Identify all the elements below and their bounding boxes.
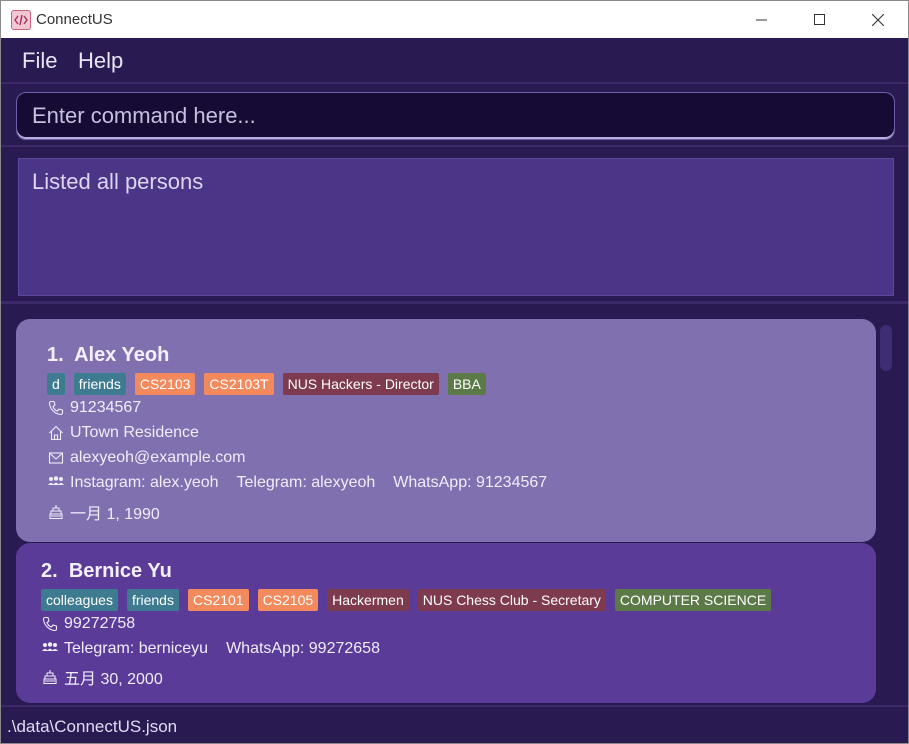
address-text: UTown Residence: [70, 424, 199, 441]
menu-bar: File Help: [1, 38, 908, 84]
people-icon: [41, 640, 59, 658]
whatsapp-text: WhatsApp: 91234567: [393, 474, 548, 491]
phone-icon: [47, 399, 65, 417]
phone-text: 91234567: [70, 399, 142, 416]
person-card[interactable]: 1. Alex Yeoh d friends CS2103 CS2103T NU…: [16, 319, 876, 542]
person-name: 1. Alex Yeoh: [47, 344, 169, 367]
tag: CS2101: [187, 589, 249, 611]
birthday-row: 一月 1, 1990: [47, 500, 160, 524]
tag: BBA: [447, 373, 486, 395]
person-name: 2. Bernice Yu: [41, 560, 172, 583]
tag: friends: [126, 589, 179, 611]
telegram-text: Telegram: berniceyu: [64, 640, 209, 657]
birthday-text: 一月 1, 1990: [70, 506, 160, 523]
save-location: .\data\ConnectUS.json: [7, 717, 178, 736]
title-bar: ConnectUS: [1, 1, 908, 38]
person-name-text: Bernice Yu: [68, 560, 172, 582]
socials-row: Instagram: alex.yeoh Telegram: alexyeoh …: [47, 474, 547, 492]
phone-row: 99272758: [41, 615, 135, 633]
tag: colleagues: [41, 589, 118, 611]
close-button[interactable]: [855, 1, 901, 38]
person-card[interactable]: 2. Bernice Yu colleagues friends CS2101 …: [16, 543, 876, 703]
command-area: [1, 84, 908, 147]
tag: NUS Chess Club - Secretary: [417, 589, 606, 611]
menu-help[interactable]: Help: [78, 48, 123, 74]
tag: CS2103T: [204, 373, 274, 395]
tag: friends: [73, 373, 126, 395]
command-input[interactable]: [16, 92, 895, 140]
list-scrollbar-thumb[interactable]: [880, 325, 892, 371]
birthday-text: 五月 30, 2000: [64, 671, 163, 688]
window-title: ConnectUS: [36, 11, 113, 28]
phone-row: 91234567: [47, 399, 141, 417]
tag-list: colleagues friends CS2101 CS2105 Hackerm…: [41, 589, 772, 611]
whatsapp-text: WhatsApp: 99272658: [226, 640, 380, 657]
cake-icon: [47, 503, 65, 521]
address-row: UTown Residence: [47, 424, 199, 442]
person-name-text: Alex Yeoh: [74, 344, 170, 366]
cake-icon: [41, 668, 59, 686]
maximize-icon: [814, 13, 825, 25]
list-scrollbar[interactable]: [878, 319, 894, 705]
tag: CS2103: [134, 373, 196, 395]
close-icon: [872, 13, 884, 26]
tag: COMPUTER SCIENCE: [614, 589, 772, 611]
socials-row: Telegram: berniceyu WhatsApp: 99272658: [41, 640, 380, 658]
tag: d: [47, 373, 65, 395]
minimize-icon: [756, 19, 767, 20]
maximize-button[interactable]: [797, 1, 843, 38]
telegram-text: Telegram: alexyeoh: [236, 474, 376, 491]
tag-list: d friends CS2103 CS2103T NUS Hackers - D…: [47, 373, 486, 395]
result-area: Listed all persons: [1, 147, 908, 304]
tag: CS2105: [257, 589, 319, 611]
status-bar: .\data\ConnectUS.json: [1, 705, 908, 743]
person-index: 1.: [47, 344, 64, 366]
person-list[interactable]: 1. Alex Yeoh d friends CS2103 CS2103T NU…: [1, 307, 908, 705]
phone-text: 99272758: [64, 615, 136, 632]
people-icon: [47, 474, 65, 492]
mail-icon: [47, 449, 65, 467]
person-index: 2.: [41, 560, 58, 582]
result-display: Listed all persons: [18, 158, 894, 296]
app-window: ConnectUS File Help Listed all persons 1…: [0, 0, 909, 744]
birthday-row: 五月 30, 2000: [41, 665, 163, 689]
email-text: alexyeoh@example.com: [70, 449, 246, 466]
phone-icon: [41, 615, 59, 633]
email-row: alexyeoh@example.com: [47, 449, 245, 467]
home-icon: [47, 424, 65, 442]
menu-file[interactable]: File: [22, 48, 57, 74]
tag: NUS Hackers - Director: [282, 373, 439, 395]
minimize-button[interactable]: [739, 1, 785, 38]
instagram-text: Instagram: alex.yeoh: [70, 474, 219, 491]
tag: Hackermen: [327, 589, 409, 611]
app-icon: [11, 10, 31, 30]
